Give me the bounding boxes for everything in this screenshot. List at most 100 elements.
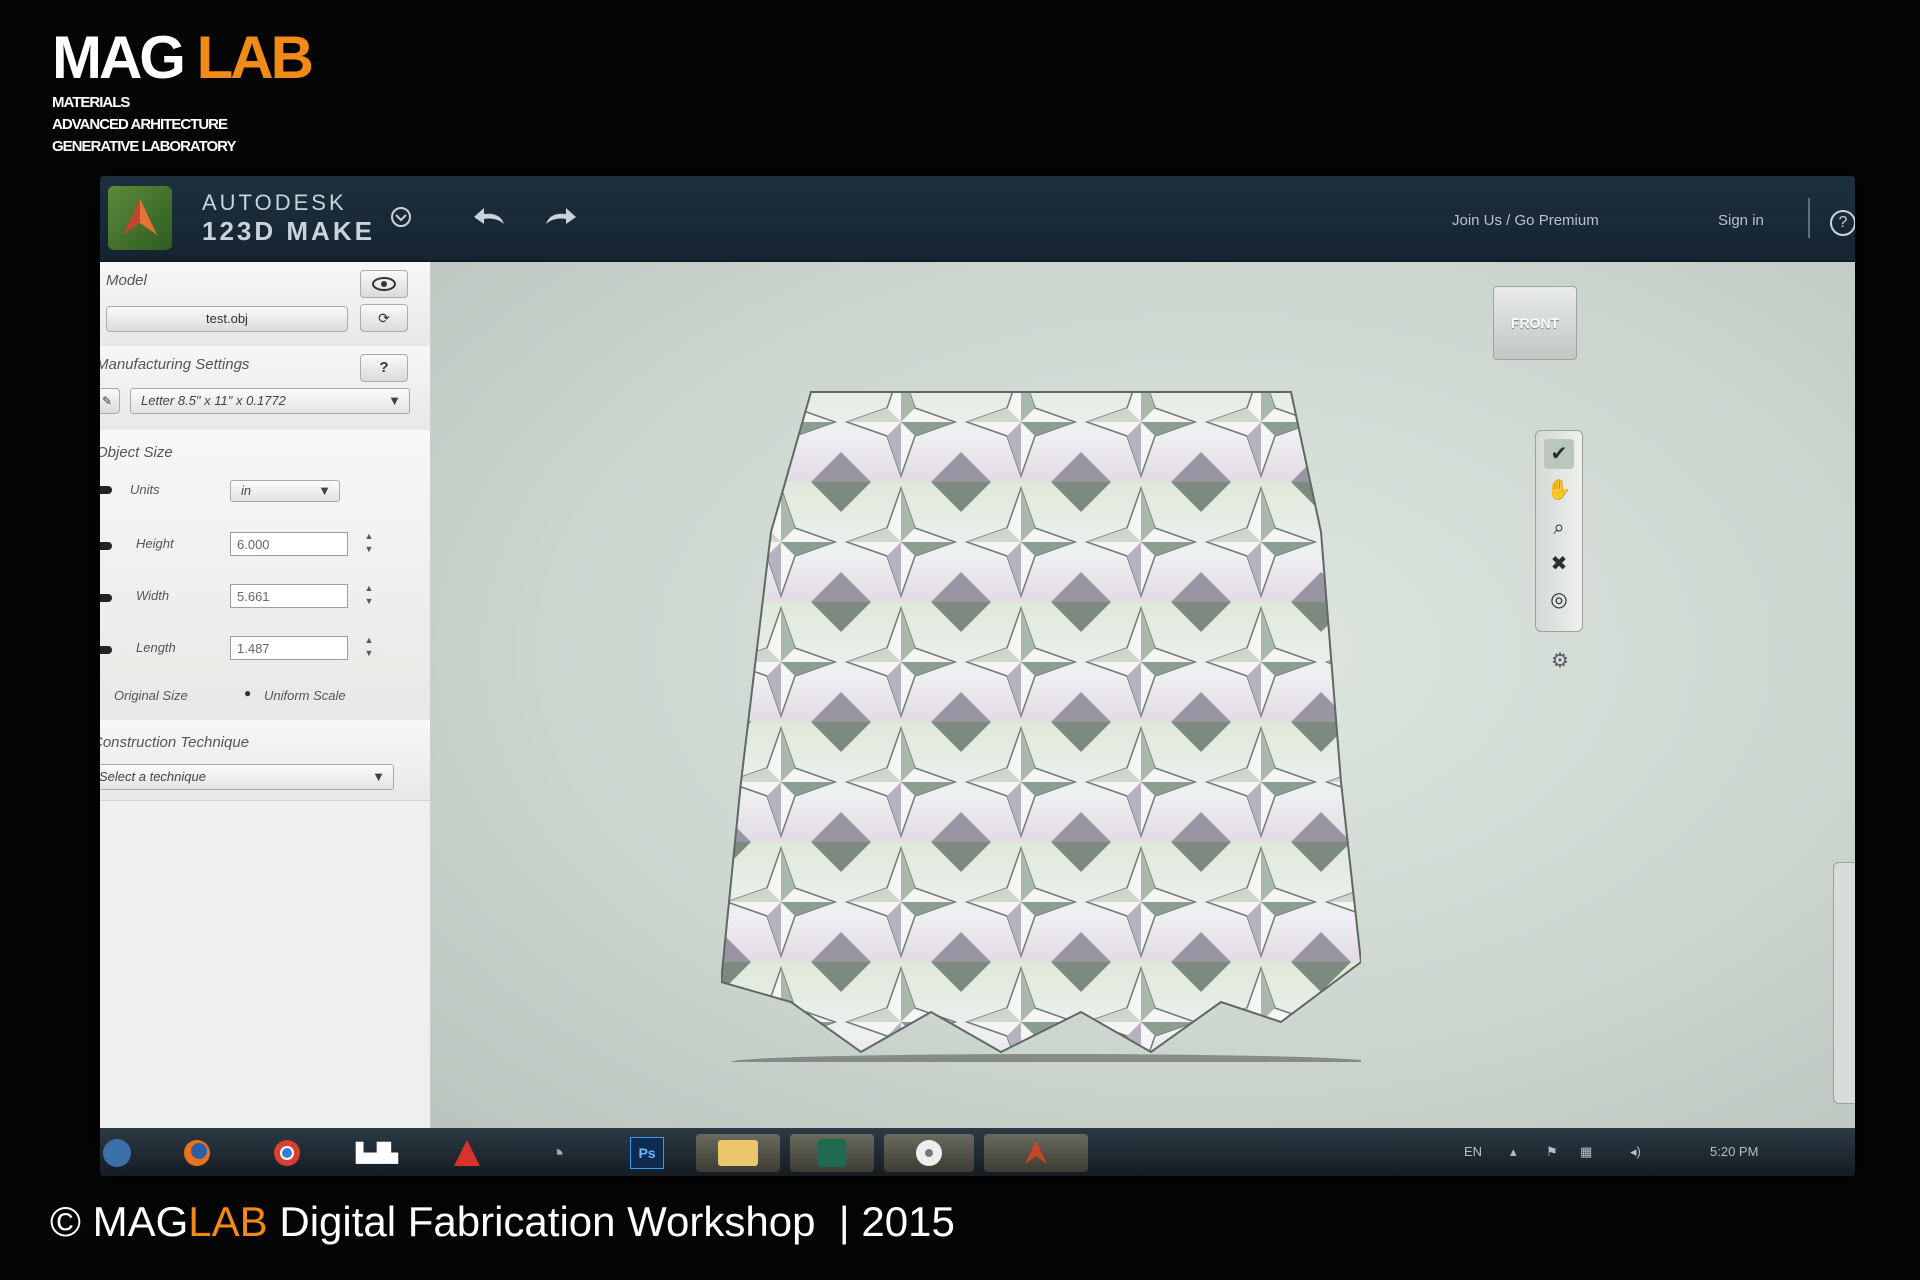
chevron-down-icon: ▼: [372, 769, 385, 784]
eye-icon: [372, 277, 396, 291]
manufacturing-label: Manufacturing Settings: [100, 356, 250, 373]
construction-label: Construction Technique: [100, 734, 250, 751]
start-orb-icon[interactable]: [100, 1134, 154, 1172]
caption-rest: Digital Fabrication Workshop | 2015: [267, 1198, 955, 1245]
tray-network-icon[interactable]: ▦: [1580, 1144, 1592, 1160]
settings-sidebar: Model test.obj ⟳ Manufacturing Settings …: [100, 262, 431, 1128]
monitor-screen: AUTODESK 123D MAKE Join Us / Go Premium …: [100, 176, 1855, 1176]
construction-section: Construction Technique Select a techniqu…: [100, 720, 430, 801]
folded-panel-model[interactable]: [721, 362, 1361, 1062]
original-size-option[interactable]: Original Size: [114, 688, 188, 703]
logo-subtitle: MATERIALS ADVANCED ARHITECTURE GENERATIV…: [52, 92, 311, 158]
length-swatch: [100, 646, 112, 654]
taskbar-clock[interactable]: 5:20 PM: [1710, 1144, 1758, 1159]
length-label: Length: [136, 640, 176, 655]
height-stepper[interactable]: ▲ ▼: [362, 530, 376, 558]
height-swatch: [100, 542, 112, 550]
speedometer-taskbar-icon[interactable]: ◔: [520, 1134, 594, 1172]
join-premium-link[interactable]: Join Us / Go Premium: [1452, 212, 1599, 229]
adobe-icon: [454, 1140, 480, 1166]
uniform-scale-radio[interactable]: ●: [244, 686, 251, 700]
sheet-size-select[interactable]: Letter 8.5" x 11" x 0.1772 ▼: [130, 388, 410, 414]
os-taskbar: ▙▟▙ ◔ Ps EN ▴ ⚑ ▦ ◂) 5:20 PM: [100, 1128, 1855, 1176]
chevron-down-icon: ▼: [388, 393, 401, 408]
adobe-taskbar-icon[interactable]: [430, 1134, 504, 1172]
height-input[interactable]: [230, 532, 348, 556]
model-section: Model test.obj ⟳: [100, 262, 430, 347]
sketchup-taskbar-icon[interactable]: [790, 1134, 874, 1172]
manufacturing-help-button[interactable]: ?: [360, 354, 408, 382]
language-indicator[interactable]: EN: [1464, 1144, 1482, 1159]
technique-value: Select a technique: [100, 769, 206, 784]
refresh-icon: ⟳: [378, 310, 390, 326]
units-value: in: [241, 483, 252, 498]
width-input[interactable]: [230, 584, 348, 608]
redo-icon[interactable]: [540, 204, 580, 230]
header-divider: [1808, 198, 1810, 238]
height-label: Height: [136, 536, 174, 551]
brand-line-123d-make: 123D MAKE: [202, 216, 375, 246]
model-file-button[interactable]: test.obj: [106, 306, 348, 332]
disc-icon: [916, 1140, 942, 1166]
width-swatch: [100, 594, 112, 602]
maglab-logo: MAG LAB MATERIALS ADVANCED ARHITECTURE G…: [52, 28, 314, 158]
object-size-label: Object Size: [100, 444, 173, 461]
tray-flag-icon[interactable]: ⚑: [1546, 1144, 1558, 1160]
logo-mag: MAG: [52, 24, 186, 91]
brand-line-autodesk: AUTODESK: [202, 190, 347, 215]
photoshop-taskbar-icon[interactable]: Ps: [610, 1134, 684, 1172]
logo-sub-line: GENERATIVE LABORATORY: [52, 138, 236, 155]
folder-icon: [718, 1140, 758, 1166]
front-label: FRONT: [1510, 315, 1560, 331]
units-select[interactable]: in ▼: [230, 480, 340, 502]
tray-up-arrow-icon[interactable]: ▴: [1510, 1144, 1517, 1160]
settings-gear-icon[interactable]: ⚙: [1545, 646, 1575, 676]
manufacturing-section: Manufacturing Settings ? ✎ Letter 8.5" x…: [100, 346, 430, 431]
folder-taskbar-icon[interactable]: [696, 1134, 780, 1172]
technique-select[interactable]: Select a technique ▼: [100, 764, 394, 790]
collapsed-side-panel-tab[interactable]: [1833, 862, 1855, 1104]
workshop-caption: © MAGLAB Digital Fabrication Workshop | …: [50, 1198, 955, 1246]
width-stepper[interactable]: ▲ ▼: [362, 582, 376, 610]
windows-icon: [103, 1139, 131, 1167]
firefox-taskbar-icon[interactable]: [160, 1134, 234, 1172]
length-stepper[interactable]: ▲ ▼: [362, 634, 376, 662]
app-header: AUTODESK 123D MAKE Join Us / Go Premium …: [100, 176, 1855, 262]
uniform-scale-option: Uniform Scale: [264, 688, 346, 703]
caption-prefix: © MAG: [50, 1198, 189, 1245]
view-front-button[interactable]: FRONT: [1493, 286, 1577, 360]
select-tool-icon[interactable]: ✔: [1544, 439, 1574, 469]
length-input[interactable]: [230, 636, 348, 660]
app-taskbar-icon[interactable]: ▙▟▙: [340, 1134, 414, 1172]
dropdown-circle-icon[interactable]: [388, 206, 414, 228]
3d-viewport[interactable]: FRONT ✔ ✋ ⌕ ✖ ◎ ⚙: [431, 262, 1855, 1128]
navigation-toolbar: ✔ ✋ ⌕ ✖ ◎: [1535, 430, 1583, 632]
media-taskbar-icon[interactable]: [884, 1134, 974, 1172]
firefox-icon: [184, 1140, 210, 1166]
photoshop-icon: Ps: [630, 1137, 664, 1169]
123d-make-icon: [1024, 1140, 1048, 1165]
chrome-icon: [274, 1140, 300, 1166]
undo-icon[interactable]: [470, 204, 510, 230]
help-icon[interactable]: ?: [1830, 210, 1855, 236]
units-label: Units: [130, 482, 160, 497]
fit-view-icon[interactable]: ✖: [1544, 549, 1574, 579]
pencil-icon: ✎: [101, 394, 113, 408]
question-icon: ?: [379, 359, 389, 376]
sheet-size-value: Letter 8.5" x 11" x 0.1772: [141, 393, 286, 408]
pan-tool-icon[interactable]: ✋: [1544, 475, 1574, 505]
reload-model-button[interactable]: ⟳: [360, 304, 408, 332]
model-label: Model: [106, 272, 147, 289]
chrome-taskbar-icon[interactable]: [250, 1134, 324, 1172]
chevron-down-icon: ▼: [318, 483, 331, 498]
zoom-tool-icon[interactable]: ⌕: [1544, 513, 1574, 543]
123d-make-taskbar-icon[interactable]: [984, 1134, 1088, 1172]
edit-sheet-button[interactable]: ✎: [100, 388, 120, 414]
tray-volume-icon[interactable]: ◂): [1630, 1144, 1641, 1160]
cube-icon: [818, 1139, 846, 1167]
app-brand: AUTODESK 123D MAKE: [202, 190, 375, 247]
sign-in-link[interactable]: Sign in: [1718, 212, 1764, 229]
app-logo-icon[interactable]: [108, 186, 172, 250]
eye-toggle-button[interactable]: [360, 270, 408, 298]
orbit-tool-icon[interactable]: ◎: [1544, 585, 1574, 615]
